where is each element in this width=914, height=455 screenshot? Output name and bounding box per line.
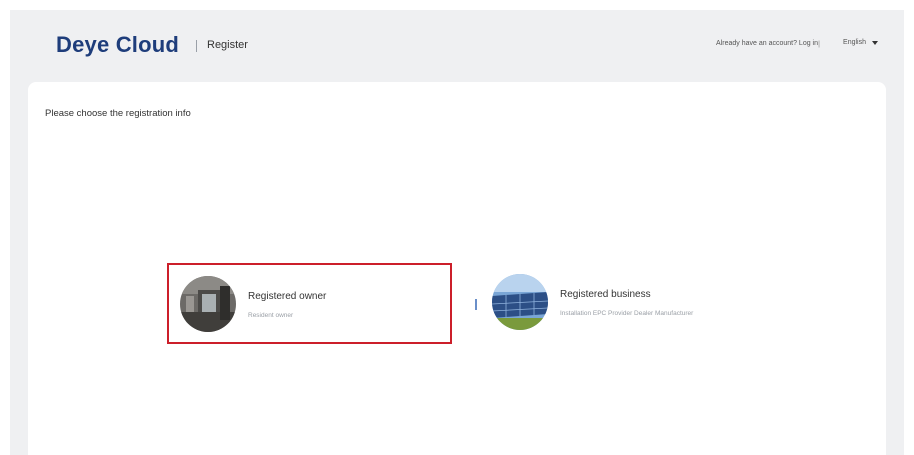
page-frame: Deye Cloud Register Already have an acco… xyxy=(10,10,904,455)
top-header: Deye Cloud Register Already have an acco… xyxy=(10,10,904,80)
panel-heading: Please choose the registration info xyxy=(45,108,191,119)
language-label: English xyxy=(843,39,866,46)
option-separator xyxy=(475,299,477,310)
option-subtitle: Installation EPC Provider Dealer Manufac… xyxy=(560,310,694,317)
registration-panel: Please choose the registration info Regi… xyxy=(28,82,886,455)
language-selector[interactable]: English xyxy=(843,39,878,46)
header-divider xyxy=(196,40,197,52)
header-link-divider: | xyxy=(818,41,820,48)
option-title: Registered business xyxy=(560,289,651,300)
caret-down-icon xyxy=(872,40,878,45)
option-subtitle: Resident owner xyxy=(248,312,294,319)
registered-owner-option[interactable]: Registered owner Resident owner xyxy=(167,263,452,344)
page-title: Register xyxy=(207,39,248,51)
deye-cloud-logo[interactable]: Deye Cloud xyxy=(56,32,179,58)
owner-photo xyxy=(180,276,236,332)
login-link[interactable]: Already have an account? Log in xyxy=(716,40,818,47)
option-title: Registered owner xyxy=(248,291,327,302)
business-photo xyxy=(492,274,548,330)
registered-business-option[interactable]: Registered business Installation EPC Pro… xyxy=(490,263,770,344)
